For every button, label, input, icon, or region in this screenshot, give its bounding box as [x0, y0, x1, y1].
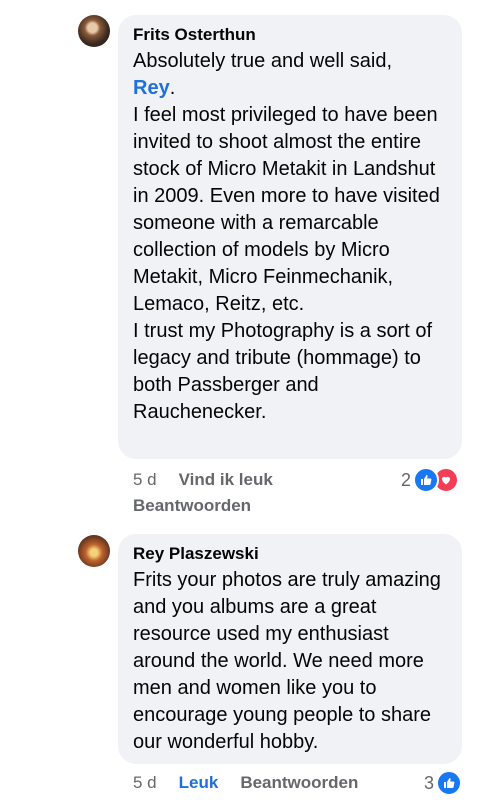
comment-bubble: Rey Plaszewski Frits your photos are tru…	[118, 534, 462, 764]
like-button[interactable]: Vind ik leuk	[179, 470, 273, 489]
comment-line: Absolutely true and well said,	[133, 50, 393, 72]
avatar[interactable]	[78, 15, 110, 47]
reply-button[interactable]: Beantwoorden	[133, 496, 251, 516]
comment-paragraph: I feel most privileged to have been invi…	[133, 104, 440, 315]
comment-paragraph: I trust my Photography is a sort of lega…	[133, 320, 433, 423]
reply-button[interactable]: Beantwoorden	[240, 773, 358, 792]
comment-bubble: Frits Osterthun Absolutely true and well…	[118, 15, 462, 459]
reaction-summary[interactable]: 2	[401, 467, 460, 493]
like-button[interactable]: Leuk	[179, 773, 219, 792]
comment-author[interactable]: Rey Plaszewski	[133, 543, 448, 565]
comment-time[interactable]: 5 d	[133, 773, 157, 792]
reaction-summary[interactable]: 3	[424, 770, 463, 796]
mention-link[interactable]: Rey	[133, 77, 170, 99]
comment-text: Frits your photos are truly amazing and …	[133, 569, 441, 753]
comment-author[interactable]: Frits Osterthun	[133, 24, 448, 46]
like-icon	[413, 467, 440, 493]
comment-actions: 5 d Vind ik leuk	[133, 470, 295, 490]
avatar[interactable]	[78, 535, 110, 567]
reaction-count: 2	[401, 469, 412, 490]
comment-actions: 5 d Leuk Beantwoorden	[133, 773, 380, 793]
like-icon	[436, 770, 463, 796]
comment-time[interactable]: 5 d	[133, 470, 157, 489]
reaction-count: 3	[424, 772, 435, 793]
comment-text: Absolutely true and well said, Rey. I fee…	[133, 48, 448, 426]
